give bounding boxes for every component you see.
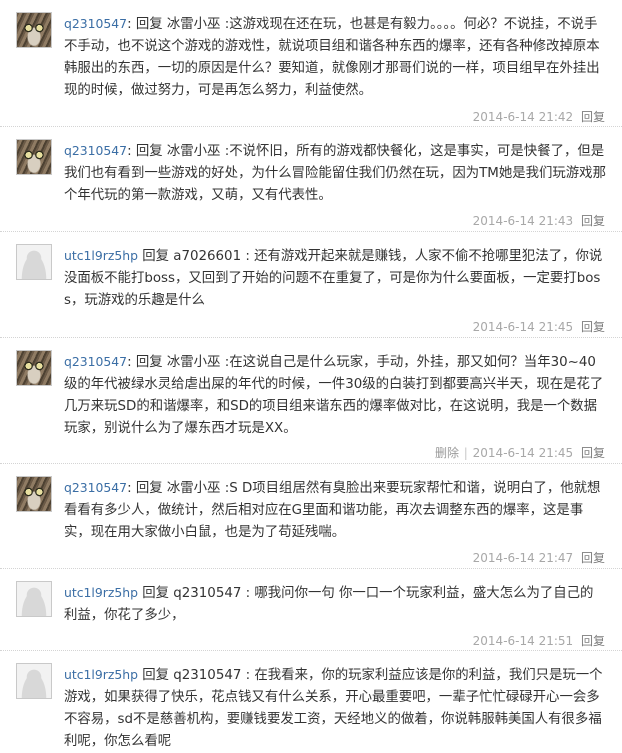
comment-username[interactable]: utc1l9rz5hp [64,667,138,682]
comment-colon: : [127,355,136,370]
comment-time: 2014-6-14 21:42 [472,110,574,124]
comment-username[interactable]: q2310547 [64,354,127,369]
comment-username[interactable]: utc1l9rz5hp [64,585,138,600]
comment-meta: 2014-6-14 21:45 回复 [473,319,605,335]
comment-item: q2310547: 回复 冰雷小巫 :这游戏现在还在玩，也甚是有毅力。。。。何必… [0,0,622,127]
comment-body: q2310547: 回复 冰雷小巫 :这游戏现在还在玩，也甚是有毅力。。。。何必… [64,13,606,102]
reply-link[interactable]: 回复 [581,634,605,648]
comment-time: 2014-6-14 21:51 [472,634,574,648]
comment-list: q2310547: 回复 冰雷小巫 :这游戏现在还在玩，也甚是有毅力。。。。何必… [0,0,622,751]
comment-username[interactable]: q2310547 [64,16,127,31]
comment-item: q2310547: 回复 冰雷小巫 :不说怀旧，所有的游戏都快餐化，这是事实，可… [0,127,622,232]
reply-link[interactable]: 回复 [581,446,605,460]
reply-link[interactable]: 回复 [581,110,605,124]
comment-meta: 2014-6-14 21:47 回复 [473,550,605,566]
comment-time: 2014-6-14 21:47 [472,551,574,565]
avatar[interactable] [16,244,52,280]
comment-item: utc1l9rz5hp 回复 q2310547 : 在我看来，你的玩家利益应该是… [0,651,622,751]
comment-item: utc1l9rz5hp 回复 a7026601 : 还有游戏开起来就是赚钱，人家… [0,232,622,338]
avatar[interactable] [16,663,52,699]
avatar[interactable] [16,350,52,386]
comment-colon: : [127,17,136,32]
comment-body: utc1l9rz5hp 回复 a7026601 : 还有游戏开起来就是赚钱，人家… [64,245,606,312]
comment-time: 2014-6-14 21:45 [472,320,574,334]
reply-link[interactable]: 回复 [581,214,605,228]
comment-time: 2014-6-14 21:43 [472,214,574,228]
comment-meta: 删除 | 2014-6-14 21:45 回复 [435,445,605,461]
comment-meta: 2014-6-14 21:42 回复 [473,109,605,125]
comment-text: 回复 a7026601 : 还有游戏开起来就是赚钱，人家不偷不抢哪里犯法了，你说… [64,249,603,308]
avatar[interactable] [16,12,52,48]
reply-link[interactable]: 回复 [581,551,605,565]
comment-username[interactable]: q2310547 [64,480,127,495]
comment-body: utc1l9rz5hp 回复 q2310547 : 哪我问你一句 你一口一个玩家… [64,582,606,627]
comment-time: 2014-6-14 21:45 [472,446,574,460]
comment-item: q2310547: 回复 冰雷小巫 :S D项目组居然有臭脸出来要玩家帮忙和谐，… [0,464,622,569]
comment-item: q2310547: 回复 冰雷小巫 :在这说自己是什么玩家，手动，外挂，那又如何… [0,338,622,464]
delete-link[interactable]: 删除 [435,446,459,460]
comment-body: utc1l9rz5hp 回复 q2310547 : 在我看来，你的玩家利益应该是… [64,664,606,753]
comment-meta: 2014-6-14 21:51 回复 [473,633,605,649]
comment-body: q2310547: 回复 冰雷小巫 :S D项目组居然有臭脸出来要玩家帮忙和谐，… [64,477,606,544]
comment-text: 回复 冰雷小巫 :不说怀旧，所有的游戏都快餐化，这是事实，可是快餐了，但是我们也… [64,144,606,203]
comment-text: 回复 冰雷小巫 :S D项目组居然有臭脸出来要玩家帮忙和谐，说明白了，他就想看看… [64,481,601,540]
comment-colon: : [127,481,136,496]
comment-body: q2310547: 回复 冰雷小巫 :不说怀旧，所有的游戏都快餐化，这是事实，可… [64,140,606,207]
comment-text: 回复 q2310547 : 哪我问你一句 你一口一个玩家利益，盛大怎么为了自己的… [64,586,594,623]
avatar[interactable] [16,139,52,175]
meta-separator: | [459,446,472,460]
comment-text: 回复 冰雷小巫 :在这说自己是什么玩家，手动，外挂，那又如何？当年30~40级的… [64,355,604,436]
comment-text: 回复 冰雷小巫 :这游戏现在还在玩，也甚是有毅力。。。。何必？不说挂，不说手不手… [64,17,600,98]
reply-link[interactable]: 回复 [581,320,605,334]
comment-item: utc1l9rz5hp 回复 q2310547 : 哪我问你一句 你一口一个玩家… [0,569,622,651]
comment-text: 回复 q2310547 : 在我看来，你的玩家利益应该是你的利益，我们只是玩一个… [64,668,603,749]
avatar[interactable] [16,476,52,512]
comment-username[interactable]: utc1l9rz5hp [64,248,138,263]
comment-body: q2310547: 回复 冰雷小巫 :在这说自己是什么玩家，手动，外挂，那又如何… [64,351,606,440]
comment-username[interactable]: q2310547 [64,143,127,158]
comment-colon: : [127,144,136,159]
avatar[interactable] [16,581,52,617]
comment-meta: 2014-6-14 21:43 回复 [473,213,605,229]
